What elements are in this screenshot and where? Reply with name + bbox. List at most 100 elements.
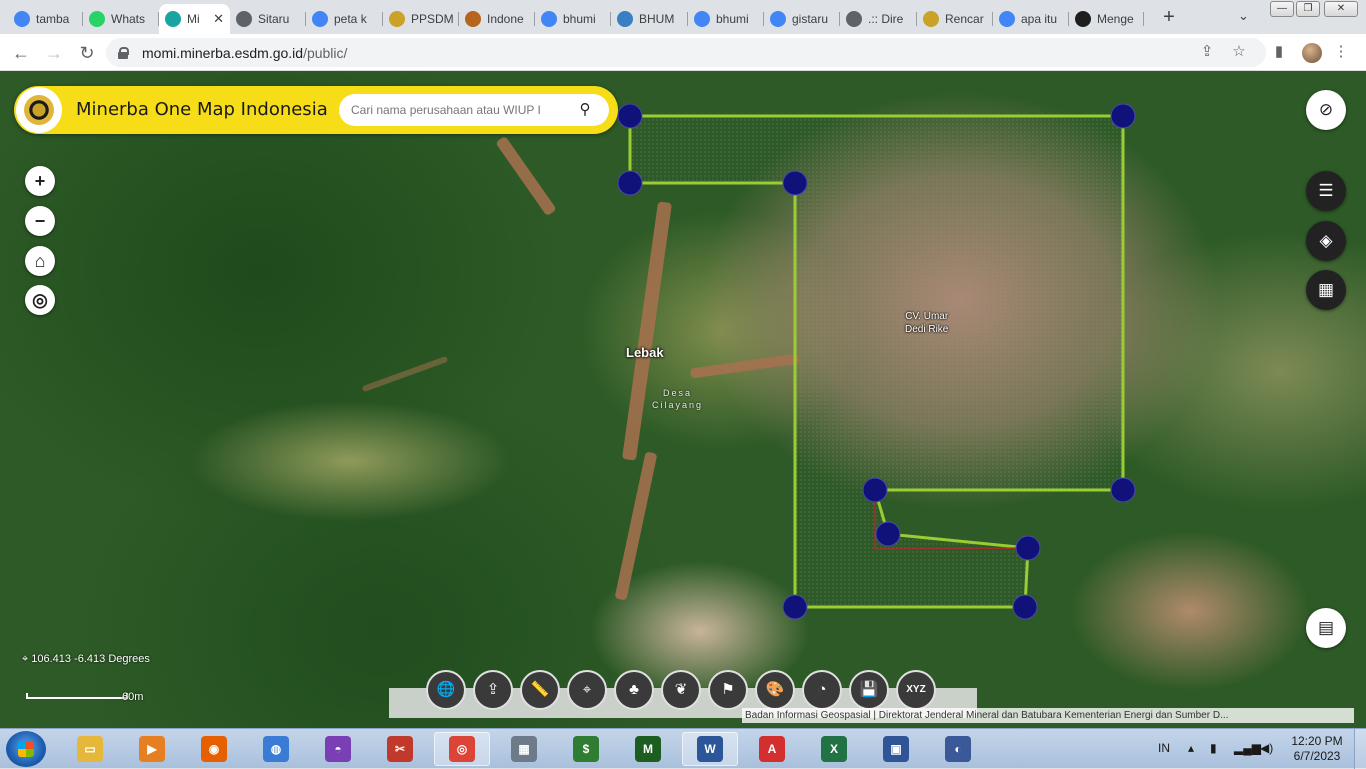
back-arrow-icon[interactable]: ← xyxy=(10,42,32,64)
save-tool-button[interactable]: 💾 xyxy=(849,670,889,710)
polygon-vertex-handle[interactable] xyxy=(782,170,808,196)
start-button[interactable] xyxy=(6,731,46,767)
search-input[interactable] xyxy=(351,101,561,119)
show-hidden-icons-icon[interactable]: ▴ xyxy=(1188,741,1194,755)
taskbar-access-app[interactable]: ▣ xyxy=(868,732,924,766)
leaf-tool-button[interactable]: ❦ xyxy=(661,670,701,710)
address-bar[interactable]: momi.minerba.esdm.go.id/public/ xyxy=(106,38,1266,67)
taskbar-earth-globe[interactable]: ◐ xyxy=(930,732,986,766)
legend-list-button[interactable]: ☰ xyxy=(1306,171,1346,211)
scale-bar xyxy=(26,693,128,699)
google-earth-icon: ◍ xyxy=(263,736,289,762)
basemap-grid-button[interactable]: ▦ xyxy=(1306,270,1346,310)
forward-arrow-icon[interactable]: → xyxy=(43,42,65,64)
palette-tool-button[interactable]: 🎨 xyxy=(755,670,795,710)
polygon-vertex-handle[interactable] xyxy=(617,103,643,129)
satellite-map[interactable]: Lebak Desa Cilayang CV. Umar Dedi Rike M… xyxy=(0,71,1366,728)
tree-analysis-tool-button[interactable]: ♣ xyxy=(614,670,654,710)
show-desktop-button[interactable] xyxy=(1354,729,1366,769)
polygon-vertex-handle[interactable] xyxy=(1012,594,1038,620)
browser-tab[interactable]: garuda-icon Indone xyxy=(459,4,535,34)
browser-tab[interactable]: globe-icon Sitaru xyxy=(230,4,306,34)
tab-search-chevron-icon[interactable]: ⌄ xyxy=(1238,8,1249,24)
leaf-icon: ❦ xyxy=(674,681,688,698)
system-clock[interactable]: 12:20 PM 6/7/2023 xyxy=(1288,734,1346,764)
browser-tab[interactable]: esdm-icon PPSDM xyxy=(383,4,459,34)
browser-tab[interactable]: google-icon apa itu xyxy=(993,4,1069,34)
new-tab-button[interactable]: + xyxy=(1158,6,1180,28)
layers-button[interactable]: ◈ xyxy=(1306,221,1346,261)
browser-tab[interactable]: google-icon bhumi xyxy=(535,4,611,34)
taskbar-firefox[interactable]: ◉ xyxy=(186,732,242,766)
browser-tab-label: tamba xyxy=(36,12,70,26)
access-app-icon: ▣ xyxy=(883,736,909,762)
search-box[interactable]: ⚲ xyxy=(339,94,609,126)
power-icon[interactable]: ▮ xyxy=(1210,741,1217,755)
browser-tab[interactable]: esdm-icon Rencar xyxy=(917,4,993,34)
map-attribution: Badan Informasi Geospasial | Direktorat … xyxy=(742,708,1354,723)
draw-area-tool-button[interactable]: ⌖ xyxy=(567,670,607,710)
browser-tab-label: gistaru xyxy=(792,12,829,26)
attribute-table-button[interactable]: ▤ xyxy=(1306,608,1346,648)
taskbar-word[interactable]: W xyxy=(682,732,738,766)
menu-kebab-icon[interactable]: ⋮ xyxy=(1332,43,1350,61)
polygon-vertex-handle[interactable] xyxy=(862,477,888,503)
share-icon[interactable]: ⇪ xyxy=(1198,43,1216,61)
polygon-vertex-handle[interactable] xyxy=(1110,477,1136,503)
volume-icon[interactable]: ◀) xyxy=(1260,741,1273,755)
chart-report-tool-button[interactable]: ◔ xyxy=(802,670,842,710)
bookmark-star-icon[interactable]: ☆ xyxy=(1230,43,1248,61)
taskbar-acrobat[interactable]: A xyxy=(744,732,800,766)
browser-tab[interactable]: bhumi-icon BHUM xyxy=(611,4,688,34)
browser-tab[interactable]: google-icon peta k xyxy=(306,4,383,34)
polygon-vertex-handle[interactable] xyxy=(1015,535,1041,561)
minimize-window-button[interactable]: — xyxy=(1270,1,1294,17)
language-indicator[interactable]: IN xyxy=(1158,741,1170,755)
browser-tab-label: Menge xyxy=(1097,12,1134,26)
browser-tab[interactable]: globe-icon .:: Dire xyxy=(840,4,917,34)
polygon-vertex-handle[interactable] xyxy=(782,594,808,620)
xyz-coordinates-tool-button[interactable]: XYZ xyxy=(896,670,936,710)
side-panel-icon[interactable]: ▮ xyxy=(1270,43,1288,61)
polygon-vertex-handle[interactable] xyxy=(1110,103,1136,129)
zoom-out-button[interactable]: − xyxy=(25,206,55,236)
polygon-vertex-handle[interactable] xyxy=(875,521,901,547)
taskbar-media-player[interactable]: ▶ xyxy=(124,732,180,766)
browser-tab-label: PPSDM xyxy=(411,12,454,26)
browser-tab[interactable]: google-icon bhumi xyxy=(688,4,764,34)
taskbar-mask-app[interactable]: ◓ xyxy=(310,732,366,766)
lock-icon[interactable] xyxy=(118,46,129,59)
network-signal-icon[interactable]: ▂▄▆ xyxy=(1234,741,1261,755)
map-filter-tool-button[interactable]: ⚑ xyxy=(708,670,748,710)
zoom-out-icon: − xyxy=(34,211,46,231)
hide-visibility-button[interactable]: ⊘ xyxy=(1306,90,1346,130)
upload-map-tool-button[interactable]: ⇪ xyxy=(473,670,513,710)
taskbar-snipping-tool[interactable]: ✂ xyxy=(372,732,428,766)
browser-tab[interactable]: whatsapp-icon Whats xyxy=(83,4,159,34)
browser-tab[interactable]: momi-icon Mi ✕ xyxy=(159,4,230,34)
taskbar-excel[interactable]: X xyxy=(806,732,862,766)
taskbar-metatrader[interactable]: $ xyxy=(558,732,614,766)
profile-avatar[interactable] xyxy=(1302,43,1322,63)
taskbar-calculator[interactable]: ▦ xyxy=(496,732,552,766)
home-button[interactable]: ⌂ xyxy=(25,246,55,276)
browser-tab[interactable]: google-icon tamba xyxy=(8,4,83,34)
taskbar-explorer[interactable]: ▭ xyxy=(62,732,118,766)
close-tab-icon[interactable]: ✕ xyxy=(213,11,224,27)
globe-tool-button[interactable]: 🌐 xyxy=(426,670,466,710)
polygon-vertex-handle[interactable] xyxy=(617,170,643,196)
browser-tab[interactable]: scribd-icon Menge xyxy=(1069,4,1144,34)
close-window-button[interactable]: ✕ xyxy=(1324,1,1358,17)
zoom-in-button[interactable]: + xyxy=(25,166,55,196)
reload-icon[interactable]: ↻ xyxy=(76,42,98,64)
taskbar-google-earth[interactable]: ◍ xyxy=(248,732,304,766)
browser-tab[interactable]: google-icon gistaru xyxy=(764,4,840,34)
taskbar-monex[interactable]: M xyxy=(620,732,676,766)
taskbar-chrome[interactable]: ◎ xyxy=(434,732,490,766)
search-icon[interactable]: ⚲ xyxy=(573,98,597,122)
restore-window-button[interactable]: ❐ xyxy=(1296,1,1320,17)
globe-icon: globe-icon xyxy=(846,11,862,27)
browser-tab-label: BHUM xyxy=(639,12,675,26)
measure-ruler-tool-button[interactable]: 📏 xyxy=(520,670,560,710)
locate-button[interactable]: ◎ xyxy=(25,285,55,315)
